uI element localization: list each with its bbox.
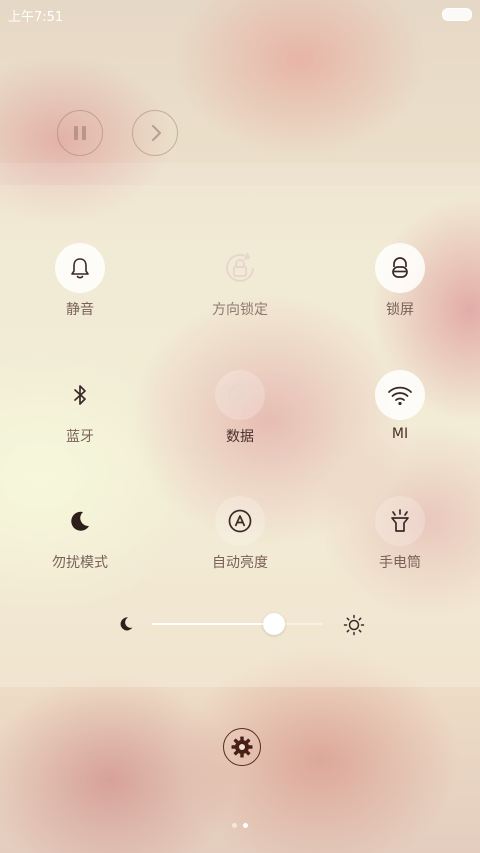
brightness-slider-fill bbox=[152, 623, 275, 625]
toggle-bluetooth-label: 蓝牙 bbox=[66, 429, 94, 445]
next-button[interactable] bbox=[132, 110, 178, 156]
pause-button[interactable] bbox=[57, 110, 103, 156]
brightness-slider-row bbox=[0, 610, 480, 640]
toggle-flashlight-label: 手电筒 bbox=[379, 555, 421, 571]
bluetooth-icon bbox=[74, 385, 86, 405]
brightness-slider-thumb[interactable] bbox=[263, 613, 286, 635]
toggle-bluetooth[interactable]: 蓝牙 bbox=[20, 370, 140, 446]
lock-icon bbox=[392, 257, 408, 278]
page-dot bbox=[232, 823, 237, 828]
toggle-mobile-data-circle bbox=[215, 370, 265, 420]
toggle-lock-screen-circle bbox=[375, 243, 425, 293]
toggle-do-not-disturb[interactable]: 勿扰模式 bbox=[20, 496, 140, 572]
toggle-auto-brightness-circle bbox=[215, 496, 265, 546]
toggle-silent-label: 静音 bbox=[66, 302, 94, 318]
moon-small-icon bbox=[120, 617, 133, 631]
toggle-do-not-disturb-circle bbox=[55, 496, 105, 546]
status-time: 上午7:51 bbox=[8, 10, 64, 25]
battery-icon bbox=[442, 8, 472, 21]
page-indicator bbox=[0, 813, 480, 832]
rotation-lock-icon bbox=[226, 252, 254, 282]
toggle-lock-screen[interactable]: 锁屏 bbox=[340, 243, 460, 319]
toggle-bluetooth-circle bbox=[55, 370, 105, 420]
bell-icon bbox=[71, 258, 89, 279]
sun-icon bbox=[343, 614, 365, 636]
divider bbox=[0, 163, 480, 185]
toggle-rotation-lock-label: 方向锁定 bbox=[212, 302, 268, 318]
toggle-mobile-data-label: 数据 bbox=[226, 429, 254, 445]
status-bar: 上午7:51 bbox=[0, 0, 480, 28]
mobile-data-icon bbox=[228, 383, 252, 407]
toggle-auto-brightness-label: 自动亮度 bbox=[212, 555, 268, 571]
toggle-mobile-data[interactable]: 数据 bbox=[180, 370, 300, 446]
toggle-flashlight-circle bbox=[375, 496, 425, 546]
wifi-icon bbox=[388, 386, 412, 406]
toggle-silent-circle bbox=[55, 243, 105, 293]
settings-button[interactable] bbox=[223, 728, 261, 766]
toggle-auto-brightness[interactable]: 自动亮度 bbox=[180, 496, 300, 572]
toggle-do-not-disturb-label: 勿扰模式 bbox=[52, 555, 108, 571]
page-dot-active bbox=[243, 823, 248, 828]
toggle-wifi-circle bbox=[375, 370, 425, 420]
toggle-wifi-label: MI bbox=[391, 426, 409, 442]
chevron-right-icon bbox=[152, 125, 161, 141]
toggle-wifi[interactable]: MI bbox=[340, 370, 460, 442]
brightness-slider[interactable] bbox=[152, 613, 322, 635]
auto-brightness-icon bbox=[228, 509, 252, 533]
toggle-rotation-lock-circle bbox=[215, 243, 265, 293]
toggle-lock-screen-label: 锁屏 bbox=[386, 302, 414, 318]
moon-icon bbox=[71, 511, 89, 531]
gear-icon bbox=[231, 736, 253, 758]
toggle-silent[interactable]: 静音 bbox=[20, 243, 140, 319]
toggle-rotation-lock[interactable]: 方向锁定 bbox=[180, 243, 300, 319]
flashlight-icon bbox=[391, 509, 409, 532]
toggle-flashlight[interactable]: 手电筒 bbox=[340, 496, 460, 572]
